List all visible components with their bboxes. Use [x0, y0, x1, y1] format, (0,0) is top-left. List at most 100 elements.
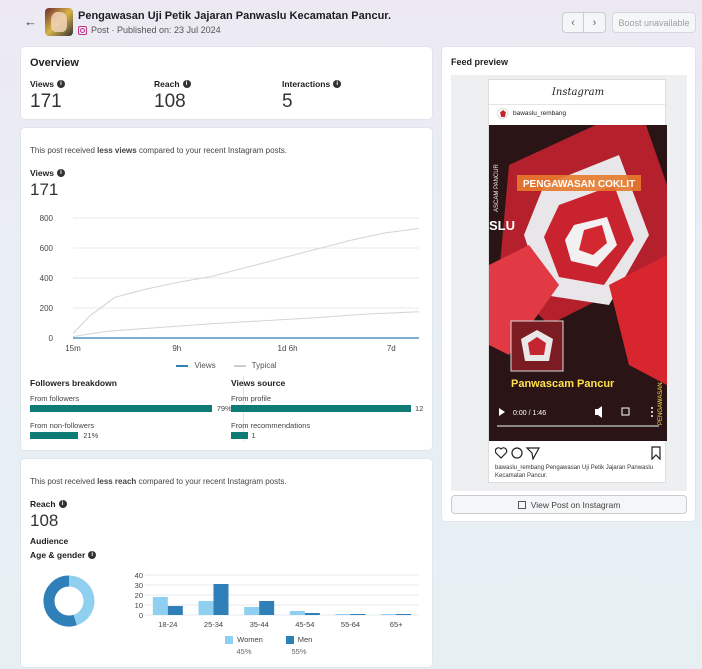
info-icon[interactable]: i	[58, 500, 67, 508]
info-icon[interactable]: i	[88, 551, 97, 559]
legend-views-label: Views	[194, 361, 216, 370]
from-profile-bar	[231, 405, 411, 412]
note-text: compared to your recent Instagram posts.	[136, 146, 288, 155]
metric-label-text: Reach	[154, 79, 180, 89]
x-tick-label: 18-24	[158, 620, 177, 629]
video-artwork: PENGAWASAN COKLIT SLU Panwascam Pancur A…	[489, 125, 667, 441]
reach-comparison-note: This post received less reach compared t…	[30, 477, 287, 486]
from-profile-value: 12	[415, 404, 424, 413]
views-comparison-note: This post received less views compared t…	[30, 146, 287, 155]
from-nonfollowers-bar	[30, 432, 79, 439]
divider	[489, 104, 667, 105]
arrow-left-icon[interactable]: ←	[24, 14, 37, 29]
audience-title: Audience	[30, 536, 69, 546]
y-tick-label: 800	[40, 214, 54, 223]
view-on-instagram-label: View Post on Instagram	[530, 499, 621, 510]
y-tick-label: 20	[135, 591, 143, 600]
video-text-side-left: ASCAM PANCUR	[494, 163, 500, 212]
series-line-typical-lower	[72, 311, 420, 338]
bar-men-65+	[396, 614, 412, 615]
x-tick-label: 9h	[172, 344, 181, 353]
x-tick-label: 65+	[390, 620, 403, 629]
post-published-date: Post · Published on: 23 Jul 2024	[91, 25, 221, 35]
metric-interactions-label: Interactions i	[282, 79, 342, 89]
legend-typical: Typical	[233, 361, 277, 370]
y-tick-label: 10	[135, 601, 143, 610]
video-text-caption: Panwascam Pancur	[511, 378, 615, 390]
post-title: Pengawasan Uji Petik Jajaran Panwaslu Ke…	[78, 10, 392, 22]
post-navigation: ‹ ›	[562, 12, 606, 33]
note-text: This post received	[30, 146, 98, 155]
metric-label-text: Views	[30, 79, 54, 89]
info-icon[interactable]: i	[182, 80, 191, 88]
chevron-right-icon[interactable]: ›	[584, 12, 606, 33]
views-label-text: Views	[30, 168, 54, 178]
action-icons	[494, 446, 661, 461]
instagram-post: Instagram bawaslu_rembang PENGAWASAN COK…	[488, 79, 667, 483]
instagram-preview-frame: Instagram bawaslu_rembang PENGAWASAN COK…	[451, 75, 687, 491]
from-followers-label: From followers	[30, 394, 80, 403]
instagram-username[interactable]: bawaslu_rembang	[513, 110, 566, 117]
legend-women-label: Women	[237, 635, 263, 644]
donut-slice-men	[43, 575, 77, 627]
from-followers-pct: 79%	[216, 404, 232, 413]
legend-women: Women 45%	[224, 635, 264, 656]
from-followers-bar	[30, 405, 212, 412]
x-tick-label: 1d 6h	[278, 344, 298, 353]
note-text: This post received	[30, 477, 98, 486]
reach-card: This post received less reach compared t…	[21, 459, 432, 667]
reach-label-text: Reach	[30, 499, 56, 509]
y-tick-label: 400	[40, 274, 54, 283]
share-icon[interactable]	[525, 447, 541, 461]
legend-men-pct: 55%	[291, 647, 307, 657]
info-icon[interactable]: i	[333, 80, 342, 88]
bookmark-icon[interactable]	[651, 446, 661, 461]
followers-breakdown-title: Followers breakdown	[30, 378, 117, 388]
metric-reach-label: Reach i	[154, 79, 191, 89]
y-tick-label: 0	[139, 611, 143, 620]
bar-men-25-34	[213, 584, 229, 615]
series-line-typical	[72, 227, 420, 334]
instagram-icon	[78, 25, 87, 35]
post-thumbnail	[45, 8, 73, 36]
more-icon[interactable]	[651, 407, 653, 409]
overview-title: Overview	[30, 57, 79, 69]
x-tick-label: 25-34	[204, 620, 223, 629]
note-text: compared to your recent Instagram posts.	[136, 477, 287, 486]
view-on-instagram-button[interactable]: View Post on Instagram	[451, 495, 687, 514]
y-tick-label: 0	[49, 334, 54, 343]
video-progress-bar[interactable]	[497, 425, 659, 427]
from-recommendations-bar	[231, 432, 248, 439]
x-tick-label: 15m	[65, 344, 81, 353]
legend-typical-label: Typical	[251, 361, 277, 370]
post-caption: bawaslu_rembang Pengawasan Uji Petik Jaj…	[495, 465, 654, 479]
video-text-side-right: PENGAWASAN	[658, 382, 664, 425]
video-time: 0:00 / 1:46	[513, 410, 546, 417]
info-icon[interactable]: i	[56, 80, 65, 88]
overview-card: Overview Views i 171 Reach i 108 Interacti…	[21, 47, 432, 119]
heart-icon[interactable]	[494, 447, 508, 459]
bar-women-18-24	[152, 597, 168, 615]
views-label: Views i	[30, 168, 65, 178]
video-text-logo: SLU	[489, 218, 515, 233]
chevron-left-icon[interactable]: ‹	[562, 12, 584, 33]
gender-donut-chart	[43, 575, 95, 627]
instagram-logo: Instagram	[551, 87, 605, 98]
boost-button[interactable]: Boost unavailable	[612, 12, 696, 33]
bar-women-45-54	[289, 611, 305, 615]
avatar[interactable]	[497, 108, 508, 119]
bar-men-35-44	[259, 601, 275, 615]
metric-label-text: Interactions	[282, 79, 331, 89]
post-meta: Post · Published on: 23 Jul 2024	[78, 25, 221, 35]
comment-icon[interactable]	[511, 447, 523, 459]
metric-reach-value: 108	[154, 91, 186, 112]
metric-views-label: Views i	[30, 79, 65, 89]
external-link-icon	[517, 500, 526, 509]
post-video[interactable]: PENGAWASAN COKLIT SLU Panwascam Pancur A…	[489, 125, 667, 441]
legend-views: Views	[176, 361, 216, 370]
views-value: 171	[30, 180, 59, 199]
donut-slice-women	[68, 575, 95, 626]
from-recommendations-label: From recommendations	[231, 421, 311, 430]
note-bold: less reach	[97, 477, 137, 486]
info-icon[interactable]: i	[56, 169, 65, 177]
